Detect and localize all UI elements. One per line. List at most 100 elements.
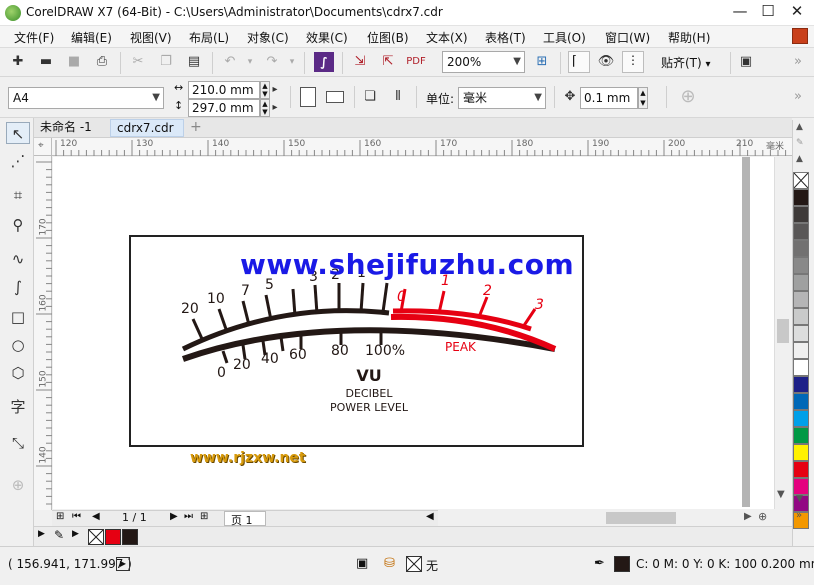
save-icon[interactable]: ■ bbox=[64, 52, 84, 72]
palette-swatch[interactable] bbox=[793, 478, 809, 495]
menu-file[interactable]: 文件(F) bbox=[14, 29, 54, 46]
print-icon[interactable]: ⎙ bbox=[92, 52, 112, 72]
palette-swatch[interactable] bbox=[793, 444, 809, 461]
add-page-before-icon[interactable]: ⊞ bbox=[56, 511, 64, 522]
horizontal-ruler[interactable]: 120 130 140 150 160 170 180 190 200 210 … bbox=[52, 138, 792, 156]
undo-icon[interactable]: ↶ bbox=[220, 52, 240, 72]
scroll-left-icon[interactable]: ◀ bbox=[426, 511, 434, 522]
artistic-media-icon[interactable]: ∫ bbox=[6, 276, 30, 298]
copy-icon[interactable]: ❐ bbox=[156, 52, 176, 72]
palette-scroll-up-icon[interactable]: ▲ bbox=[796, 122, 803, 132]
menu-object[interactable]: 对象(C) bbox=[247, 29, 289, 46]
polygon-tool-icon[interactable]: ⬡ bbox=[6, 362, 30, 384]
close-button[interactable]: ✕ bbox=[783, 0, 811, 24]
user-account-icon[interactable] bbox=[792, 28, 808, 44]
menu-text[interactable]: 文本(X) bbox=[426, 29, 468, 46]
palette-swatch[interactable] bbox=[793, 427, 809, 444]
doc-palette-arrow-icon[interactable]: ▶ bbox=[38, 529, 45, 539]
paste-icon[interactable]: ▤ bbox=[184, 52, 204, 72]
redo-icon[interactable]: ↷ bbox=[262, 52, 282, 72]
add-tool-icon[interactable]: ⊕ bbox=[6, 474, 30, 496]
menu-layout[interactable]: 布局(L) bbox=[189, 29, 229, 46]
portrait-icon[interactable] bbox=[300, 87, 316, 107]
vertical-scroll-thumb[interactable] bbox=[777, 319, 789, 343]
options-icon[interactable]: ▣ bbox=[736, 52, 756, 72]
palette-scroll-down-icon[interactable]: ▼ bbox=[796, 494, 803, 504]
previous-page-icon[interactable]: ◀ bbox=[92, 511, 100, 522]
new-document-icon[interactable]: ✚ bbox=[8, 52, 28, 72]
page-1-tab[interactable]: 页 1 bbox=[224, 511, 266, 527]
minimize-button[interactable]: — bbox=[726, 0, 754, 24]
first-page-icon[interactable]: ⏮ bbox=[72, 511, 81, 522]
text-tool-icon[interactable]: 字 bbox=[6, 396, 30, 418]
cut-icon[interactable]: ✂ bbox=[128, 52, 148, 72]
doc-palette-arrow-icon[interactable]: ▶ bbox=[72, 529, 79, 539]
ruler-origin[interactable]: ⌖ bbox=[34, 138, 52, 156]
palette-swatch[interactable] bbox=[793, 359, 809, 376]
palette-swatch[interactable] bbox=[793, 410, 809, 427]
palette-swatch[interactable] bbox=[793, 393, 809, 410]
zoom-tool-icon[interactable]: ⚲ bbox=[6, 214, 30, 236]
freehand-tool-icon[interactable]: ∿ bbox=[6, 248, 30, 270]
palette-swatch[interactable] bbox=[793, 274, 809, 291]
doc-swatch-none[interactable] bbox=[88, 529, 104, 545]
toolbar-overflow-icon[interactable]: » bbox=[788, 52, 808, 72]
ellipse-tool-icon[interactable]: ○ bbox=[6, 334, 30, 356]
palette-swatch[interactable] bbox=[793, 308, 809, 325]
menu-bitmaps[interactable]: 位图(B) bbox=[367, 29, 409, 46]
menu-window[interactable]: 窗口(W) bbox=[605, 29, 650, 46]
add-page-after-icon[interactable]: ⊞ bbox=[200, 511, 208, 522]
lock-ratio-icon[interactable]: ▸ bbox=[268, 80, 282, 100]
palette-swatch[interactable] bbox=[793, 206, 809, 223]
current-page-icon[interactable]: ⫴ bbox=[388, 87, 408, 107]
show-guidelines-button[interactable]: ⋮ bbox=[622, 51, 644, 73]
snap-to-dropdown[interactable]: 贴齐(T) ▾ bbox=[661, 54, 711, 71]
maximize-button[interactable]: ☐ bbox=[754, 0, 782, 24]
export-icon[interactable]: ⇱ bbox=[378, 52, 398, 72]
palette-eyedropper-icon[interactable]: ✎ bbox=[796, 138, 804, 148]
new-tab-icon[interactable]: + bbox=[184, 119, 208, 137]
redo-dropdown-icon[interactable]: ▾ bbox=[282, 52, 302, 72]
page-height-field[interactable]: 297.0 mm bbox=[188, 99, 260, 117]
status-arrow-icon[interactable]: ▶ bbox=[116, 557, 130, 571]
publish-pdf-icon[interactable]: PDF bbox=[406, 52, 426, 72]
doc-swatch-red[interactable] bbox=[105, 529, 121, 545]
page-width-field[interactable]: 210.0 mm bbox=[188, 81, 260, 99]
undo-dropdown-icon[interactable]: ▾ bbox=[240, 52, 260, 72]
palette-swatch[interactable] bbox=[793, 376, 809, 393]
palette-swatch[interactable] bbox=[793, 240, 809, 257]
scroll-down-icon[interactable]: ▼ bbox=[777, 489, 785, 500]
horizontal-scroll-thumb[interactable] bbox=[606, 512, 676, 524]
show-rulers-button[interactable]: ⌈ bbox=[568, 51, 590, 73]
dimension-tool-icon[interactable]: ⤡ bbox=[6, 432, 30, 454]
property-bar-overflow-icon[interactable]: » bbox=[788, 87, 808, 107]
outline-pen-icon[interactable]: ✒ bbox=[594, 556, 605, 571]
nudge-distance-field[interactable]: 0.1 mm bbox=[580, 87, 638, 109]
doc-swatch-black[interactable] bbox=[122, 529, 138, 545]
add-page-icon[interactable]: ⊕ bbox=[678, 87, 698, 107]
next-page-icon[interactable]: ▶ bbox=[170, 511, 178, 522]
units-combo[interactable]: 毫米 ▼ bbox=[458, 87, 546, 109]
fill-tool-icon[interactable]: ▣ bbox=[356, 556, 368, 571]
scroll-right-icon[interactable]: ▶ bbox=[744, 511, 752, 522]
pick-tool-icon[interactable]: ↖ bbox=[6, 122, 30, 144]
menu-table[interactable]: 表格(T) bbox=[485, 29, 526, 46]
vertical-scrollbar[interactable]: ▼ bbox=[774, 157, 790, 509]
open-folder-icon[interactable]: ▬ bbox=[36, 52, 56, 72]
crop-tool-icon[interactable]: ⌗ bbox=[6, 184, 30, 206]
palette-swatch[interactable] bbox=[793, 189, 809, 206]
palette-expand-icon[interactable]: » bbox=[796, 510, 802, 521]
zoom-level-combo[interactable]: 200% ▼ bbox=[442, 51, 525, 73]
palette-swatch[interactable] bbox=[793, 223, 809, 240]
palette-swatch[interactable] bbox=[793, 257, 809, 274]
all-pages-icon[interactable]: ❏ bbox=[360, 87, 380, 107]
page-size-combo[interactable]: A4 ▼ bbox=[8, 87, 164, 109]
palette-swatch[interactable] bbox=[793, 291, 809, 308]
last-page-icon[interactable]: ⏭ bbox=[184, 511, 193, 522]
vertical-ruler[interactable]: 170 160 150 140 bbox=[34, 156, 52, 510]
eyedropper-icon[interactable]: ✎ bbox=[54, 528, 64, 542]
corel-connect-icon[interactable]: ∫ bbox=[314, 52, 334, 72]
show-grid-icon[interactable]: 👁 bbox=[596, 52, 616, 72]
no-color-swatch[interactable] bbox=[793, 172, 809, 189]
rectangle-tool-icon[interactable]: □ bbox=[6, 306, 30, 328]
